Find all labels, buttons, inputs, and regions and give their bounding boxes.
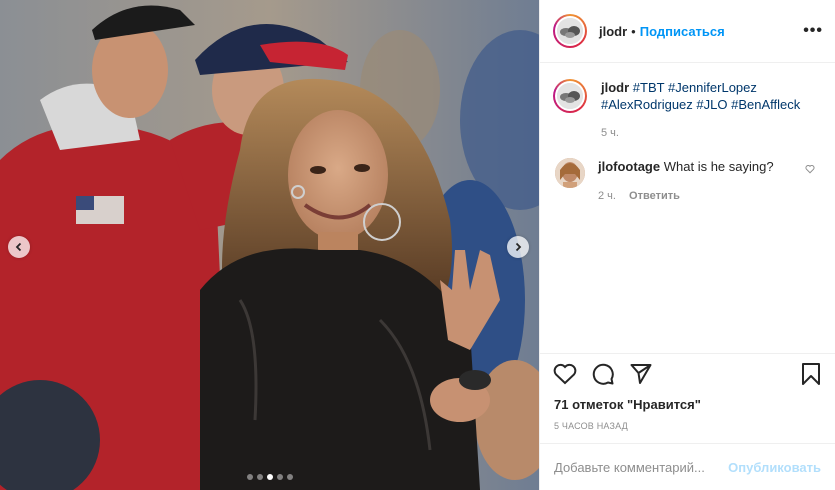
hashtag[interactable]: #AlexRodriguez <box>601 97 693 112</box>
comment-like-icon[interactable] <box>805 164 815 177</box>
commenter-avatar[interactable] <box>555 158 585 188</box>
comment-item: jlofootage What is he saying? 2 ч. Ответ… <box>553 158 821 205</box>
avatar-image <box>557 18 583 44</box>
post-timestamp[interactable]: 5 ЧАСОВ НАЗАД <box>540 417 835 443</box>
follow-button[interactable]: Подписаться <box>640 24 725 39</box>
share-button[interactable] <box>629 362 653 389</box>
post-photo <box>0 0 539 490</box>
comment-icon <box>592 363 614 385</box>
comment-body: jlofootage What is he saying? 2 ч. Ответ… <box>598 158 821 205</box>
comment-button[interactable] <box>591 362 615 389</box>
add-comment-bar: Добавьте комментарий... Опубликовать <box>540 443 835 490</box>
caption-avatar[interactable] <box>553 79 587 113</box>
action-bar <box>540 353 835 397</box>
post-header: jlodr • Подписаться ••• <box>540 0 835 63</box>
carousel-dot <box>256 474 263 480</box>
header-separator: • <box>631 23 636 39</box>
carousel-dot <box>266 474 273 480</box>
hashtag[interactable]: #JLO <box>696 97 727 112</box>
hashtag[interactable]: #JenniferLopez <box>668 80 757 95</box>
caption: jlodr #TBT #JenniferLopez #AlexRodriguez… <box>553 79 821 142</box>
chevron-right-icon <box>515 242 522 252</box>
caption-text: jlodr #TBT #JenniferLopez #AlexRodriguez… <box>601 79 821 142</box>
carousel-dot <box>246 474 253 480</box>
share-icon <box>630 364 652 384</box>
heart-icon <box>553 363 577 385</box>
avatar-image <box>555 158 585 188</box>
comments-section[interactable]: jlodr #TBT #JenniferLopez #AlexRodriguez… <box>540 63 835 353</box>
avatar-image <box>557 83 583 109</box>
carousel-prev-button[interactable] <box>8 236 30 258</box>
post-media[interactable] <box>0 0 539 490</box>
post-modal: jlodr • Подписаться ••• jlodr #TBT #Jenn… <box>0 0 835 490</box>
commenter-username[interactable]: jlofootage <box>598 159 660 174</box>
carousel-indicator <box>0 474 539 480</box>
chevron-left-icon <box>15 242 22 252</box>
carousel-next-button[interactable] <box>507 236 529 258</box>
likes-count[interactable]: 71 отметок "Нравится" <box>540 397 835 417</box>
heart-icon <box>805 164 815 174</box>
comment-text: What is he saying? <box>663 159 774 174</box>
carousel-dot <box>286 474 293 480</box>
caption-username[interactable]: jlodr <box>601 80 629 95</box>
carousel-dot <box>276 474 283 480</box>
publish-button[interactable]: Опубликовать <box>728 460 821 475</box>
comment-input[interactable]: Добавьте комментарий... <box>554 460 728 475</box>
hashtag[interactable]: #BenAffleck <box>731 97 800 112</box>
caption-time[interactable]: 5 ч. <box>601 125 821 142</box>
save-button[interactable] <box>800 362 822 389</box>
bookmark-icon <box>802 363 820 385</box>
comment-meta: 2 ч. Ответить <box>598 188 821 205</box>
header-username[interactable]: jlodr <box>599 24 627 39</box>
hashtag[interactable]: #TBT <box>633 80 665 95</box>
more-options-icon[interactable]: ••• <box>803 22 823 40</box>
like-button[interactable] <box>553 363 577 388</box>
avatar[interactable] <box>553 14 587 48</box>
post-sidebar: jlodr • Подписаться ••• jlodr #TBT #Jenn… <box>539 0 835 490</box>
comment-time[interactable]: 2 ч. <box>598 190 616 202</box>
reply-button[interactable]: Ответить <box>629 190 680 202</box>
